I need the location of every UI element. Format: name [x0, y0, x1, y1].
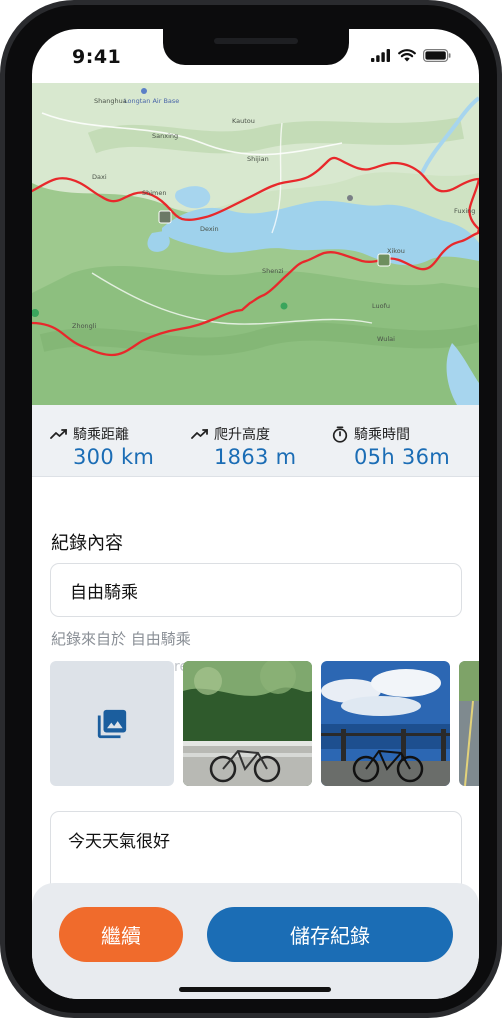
- bottom-action-bar: 繼續 儲存紀錄: [32, 883, 479, 999]
- map-label: Shijian: [247, 155, 269, 163]
- status-time: 9:41: [72, 46, 122, 68]
- map-label: Longtan Air Base: [124, 97, 179, 105]
- add-photo-button[interactable]: [50, 661, 174, 786]
- map-label: Fuxing: [454, 207, 475, 215]
- trend-up-icon: [191, 429, 208, 439]
- save-record-button[interactable]: 儲存紀錄: [207, 907, 453, 962]
- status-icons: [371, 49, 451, 62]
- phone-bezel: 9:41 Longtan Air Base Shanghua Sanxing D…: [5, 5, 497, 1013]
- map-label: Kautou: [232, 117, 255, 125]
- ride-stats-panel: 騎乘距離 300 km 爬升高度 1863 m 騎乘時間 05h 36m: [32, 405, 479, 477]
- stat-duration-value: 05h 36m: [354, 445, 450, 469]
- speaker-grille: [214, 38, 298, 44]
- home-indicator[interactable]: [179, 987, 331, 992]
- wifi-icon: [398, 49, 416, 62]
- stopwatch-icon: [332, 425, 348, 443]
- photo-strip[interactable]: re: [50, 659, 479, 786]
- app-screen: 9:41 Longtan Air Base Shanghua Sanxing D…: [32, 29, 479, 999]
- map-label: Shanghua: [94, 97, 127, 105]
- section-title: 紀錄內容: [51, 533, 123, 554]
- stat-distance-value: 300 km: [73, 445, 155, 469]
- photo-library-icon: [97, 709, 127, 738]
- notch: [163, 29, 349, 65]
- battery-icon: [423, 49, 451, 62]
- ride-photo[interactable]: [321, 661, 450, 786]
- map-label: Xikou: [387, 247, 405, 255]
- continue-button[interactable]: 繼續: [59, 907, 183, 962]
- photo-forest-bike: [183, 661, 312, 786]
- activity-title-input[interactable]: 自由騎乘: [50, 563, 462, 617]
- stat-duration-label: 騎乘時間: [354, 427, 410, 443]
- stat-elevation: 爬升高度 1863 m: [191, 424, 296, 469]
- map-label: Dexin: [200, 225, 219, 233]
- cellular-signal-icon: [371, 49, 390, 62]
- map-canvas: Longtan Air Base Shanghua Sanxing Daxi S…: [32, 83, 479, 405]
- map-label: Sanxing: [152, 132, 178, 140]
- source-note: 紀錄來自於 自由騎乘: [51, 630, 191, 648]
- photo-coast-bike: [321, 661, 450, 786]
- poi-marker-4: [141, 88, 147, 94]
- stat-distance-label: 騎乘距離: [73, 427, 129, 443]
- ride-photo[interactable]: [183, 661, 312, 786]
- route-map[interactable]: Longtan Air Base Shanghua Sanxing Daxi S…: [32, 83, 479, 405]
- photo-marker-1[interactable]: [158, 210, 172, 224]
- map-label: Wulai: [377, 335, 395, 343]
- map-label: Luofu: [372, 302, 390, 310]
- poi-marker-2: [280, 302, 288, 310]
- map-label: Shimen: [142, 189, 167, 197]
- map-label: Zhongli: [72, 322, 97, 330]
- poi-marker-3: [347, 195, 353, 201]
- photo-road: [459, 661, 479, 786]
- stat-distance: 騎乘距離 300 km: [50, 424, 154, 469]
- photo-marker-2[interactable]: [377, 253, 391, 267]
- stat-elevation-label: 爬升高度: [214, 427, 270, 443]
- map-label: Daxi: [92, 173, 107, 181]
- map-label: Shenzi: [262, 267, 284, 275]
- phone-frame: 9:41 Longtan Air Base Shanghua Sanxing D…: [0, 0, 502, 1018]
- trend-up-icon: [50, 429, 67, 439]
- stat-elevation-value: 1863 m: [214, 445, 297, 469]
- stat-duration: 騎乘時間 05h 36m: [331, 424, 450, 469]
- ride-photo[interactable]: [459, 661, 479, 786]
- hill-shading-2: [39, 322, 479, 356]
